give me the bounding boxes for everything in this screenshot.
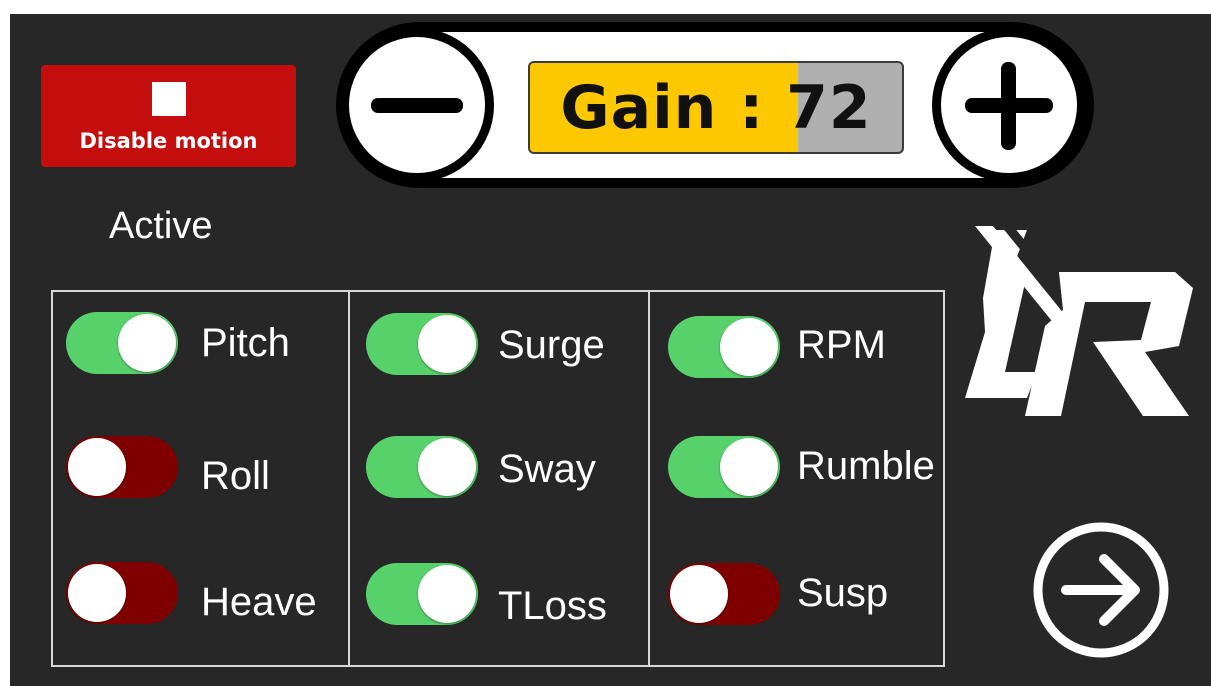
toggle-knob <box>68 564 126 622</box>
gain-decrease-button[interactable] <box>340 28 494 182</box>
toggle-roll[interactable] <box>66 436 178 498</box>
plus-icon <box>965 62 1053 150</box>
toggle-surge[interactable] <box>366 313 478 375</box>
toggle-heave[interactable] <box>66 562 178 624</box>
label-rpm: RPM <box>797 323 886 367</box>
toggle-knob <box>720 318 778 376</box>
toggle-susp[interactable] <box>668 563 780 625</box>
disable-motion-label: Disable motion <box>79 129 258 153</box>
toggle-sway[interactable] <box>366 436 478 498</box>
next-button[interactable] <box>1030 519 1172 661</box>
label-tloss: TLoss <box>498 584 607 628</box>
toggle-knob <box>418 438 476 496</box>
label-rumble: Rumble <box>797 444 935 488</box>
toggle-tloss[interactable] <box>366 563 478 625</box>
toggle-knob <box>118 314 176 372</box>
toggle-rumble[interactable] <box>668 436 780 498</box>
label-heave: Heave <box>201 580 317 624</box>
toggle-knob <box>418 565 476 623</box>
label-susp: Susp <box>797 571 889 615</box>
label-roll: Roll <box>201 454 270 498</box>
label-surge: Surge <box>498 323 605 367</box>
toggle-knob <box>720 438 778 496</box>
column-divider <box>648 290 650 667</box>
toggle-pitch[interactable] <box>66 312 178 374</box>
arrow-right-circle-icon <box>1033 522 1169 658</box>
column-divider <box>348 290 350 667</box>
minus-icon <box>371 98 463 113</box>
gain-display: Gain : 72 <box>528 61 904 154</box>
toggle-rpm[interactable] <box>668 316 780 378</box>
disable-motion-button[interactable]: Disable motion <box>41 65 296 167</box>
label-pitch: Pitch <box>201 321 290 365</box>
lr-logo: LR <box>965 226 1193 416</box>
toggle-knob <box>670 565 728 623</box>
toggle-knob <box>68 438 126 496</box>
gain-increase-button[interactable] <box>932 28 1086 182</box>
stop-icon <box>152 82 186 116</box>
label-sway: Sway <box>498 447 596 491</box>
active-heading: Active <box>109 205 213 247</box>
toggle-knob <box>418 315 476 373</box>
gain-label: Gain : 72 <box>560 72 872 143</box>
